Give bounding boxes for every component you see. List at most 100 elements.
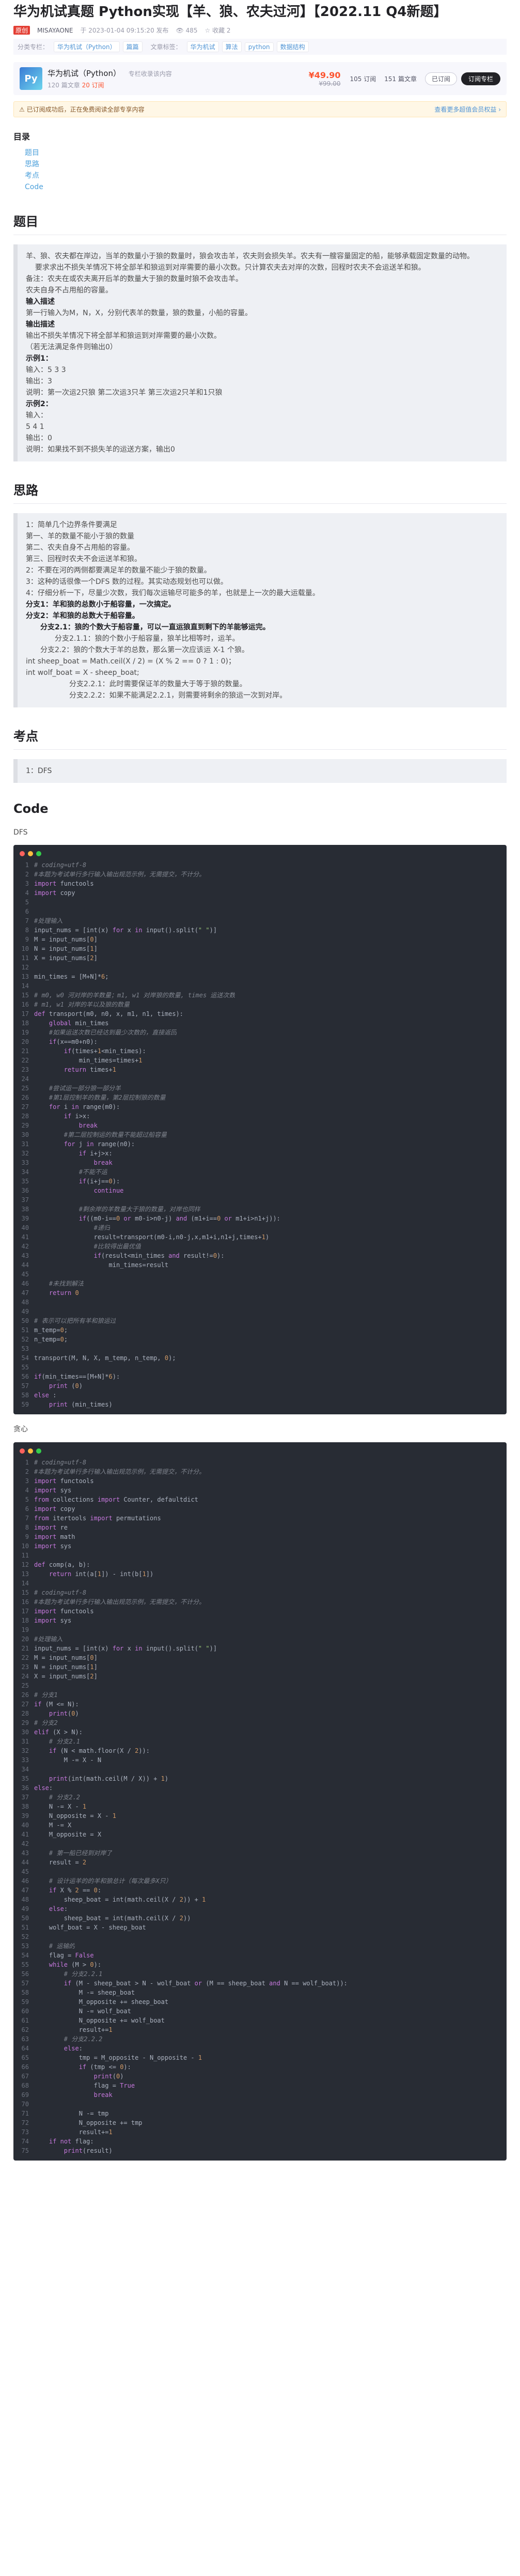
- toc-link-idea[interactable]: 思路: [25, 160, 39, 168]
- code-text: input_nums = [int(x) for x in input().sp…: [34, 1645, 217, 1652]
- line-number: 33: [21, 1756, 29, 1764]
- code-line: 53: [13, 1344, 507, 1353]
- author-link[interactable]: MISAYAONE: [37, 27, 73, 34]
- code-line: 53 # 运输的: [13, 1941, 507, 1951]
- code-line: 55 while (M > 0):: [13, 1960, 507, 1969]
- line-number: 49: [21, 1905, 29, 1912]
- code-text: if (M - sheep_boat > N - wolf_boat or (M…: [64, 1980, 348, 1987]
- line-number: 65: [21, 2054, 29, 2061]
- line-number: 33: [21, 1159, 29, 1166]
- code-text: X = input_nums[2]: [34, 954, 98, 962]
- code-line: 48 sheep_boat = int(math.ceil(X / 2)) + …: [13, 1895, 507, 1904]
- code-text: #本题为考试单行多行输入输出规范示例，无需提交，不计分。: [34, 871, 206, 878]
- code-block-dfs[interactable]: 1 # coding=utf-8 2 #本题为考试单行多行输入输出规范示例，无需提交，…: [13, 845, 507, 1414]
- column-article-count: 120 篇文章: [48, 82, 80, 89]
- article-tag[interactable]: python: [244, 42, 274, 52]
- idea-block: 1：简单几个边界条件要满足 第一、羊的数量不能小于狼的数量 第二、农夫自身不占用…: [13, 513, 507, 707]
- code-text: return int(a[1]) - int(b[1]): [49, 1570, 154, 1578]
- code-line: 33 M -= X - N: [13, 1755, 507, 1765]
- column-name-row: 华为机试（Python） 专栏收录该内容: [48, 68, 309, 79]
- code-text: if((m0-i==0 or m0-i>n0-j) and (m1+i==0 o…: [78, 1215, 280, 1222]
- code-text: N -= tmp: [34, 2110, 109, 2117]
- line-number: 3: [25, 1477, 29, 1485]
- code-line: 43 # 第一船已经到对岸了: [13, 1848, 507, 1858]
- code-text: N = input_nums[1]: [34, 1663, 98, 1671]
- code-text: #第1层控制羊的数量，第2层控制狼的数量: [49, 1094, 166, 1101]
- subscribe-column-button[interactable]: 订阅专栏: [461, 72, 500, 85]
- code-line: 18 import sys: [13, 1616, 507, 1625]
- column-cover-image[interactable]: Py: [20, 67, 42, 90]
- idea-line: 分支2：羊和狼的总数大于船容量。: [26, 612, 139, 620]
- article-tag[interactable]: 华为机试: [186, 41, 219, 52]
- code-line: 44 min_times=result: [13, 1260, 507, 1270]
- line-number: 53: [21, 1942, 29, 1950]
- code-line: 7 from itertools import permutations: [13, 1514, 507, 1523]
- code-line: 27 for i in range(m0):: [13, 1102, 507, 1112]
- line-number: 17: [21, 1608, 29, 1615]
- column-subscribers: 20 订阅: [82, 82, 104, 89]
- code-text: for i in range(m0):: [49, 1103, 120, 1110]
- code-line: 20 if(x==m0+n0):: [13, 1037, 507, 1046]
- column-name[interactable]: 华为机试（Python）: [48, 69, 121, 78]
- line-number: 21: [21, 1047, 29, 1055]
- code-text: import functools: [34, 880, 94, 887]
- line-number: 29: [21, 1122, 29, 1129]
- dot-red-icon: [20, 851, 25, 856]
- price-now: ¥49.90: [308, 70, 341, 80]
- line-number: 41: [21, 1831, 29, 1838]
- toc-link-problem[interactable]: 题目: [25, 149, 39, 157]
- line-number: 9: [25, 936, 29, 943]
- line-number: 37: [21, 1196, 29, 1204]
- column-tag[interactable]: 篇篇: [122, 41, 143, 52]
- line-number: 11: [21, 1552, 29, 1559]
- code-text: #剩余岸的羊数量大于狼的数量，对岸也同样: [78, 1206, 200, 1213]
- article-meta: 原创 MISAYAONE 于 2023-01-04 09:15:20 发布 👁 …: [13, 26, 507, 35]
- toc-item: 题目: [25, 147, 507, 159]
- article-tag[interactable]: 数据结构: [276, 41, 309, 52]
- favorite-button[interactable]: ☆ 收藏 2: [204, 26, 230, 35]
- code-line: 56 # 分支2.2.1: [13, 1969, 507, 1979]
- code-line: 41 result=transport(m0-i,n0-j,x,m1+i,n1+…: [13, 1232, 507, 1242]
- code-block-greedy[interactable]: 1 # coding=utf-8 2 #本题为考试单行多行输入输出规范示例，无需提交，…: [13, 1442, 507, 2161]
- code-text: break: [78, 1122, 98, 1129]
- problem-line: 要求求出不损失羊情况下将全部羊和狼运到对岸需要的最小次数。只计算农夫去对岸的次数…: [26, 264, 426, 272]
- toc-link-points[interactable]: 考点: [25, 172, 39, 180]
- idea-line: int wolf_boat = X - sheep_boat;: [26, 669, 139, 677]
- notice-link[interactable]: 查看更多超值会员权益 ›: [434, 105, 501, 114]
- code-text: min_times = [M+N]*6;: [34, 973, 109, 980]
- code-text: #不能不运: [78, 1168, 107, 1176]
- code-line: 68 flag = True: [13, 2081, 507, 2090]
- original-badge: 原创: [13, 26, 30, 35]
- code-line: 25: [13, 1681, 507, 1690]
- code-line: 44 result = 2: [13, 1858, 507, 1867]
- code-text: import sys: [34, 1487, 72, 1494]
- code-line: 32 if (N < math.floor(X / 2)):: [13, 1746, 507, 1755]
- column-tag[interactable]: 华为机试（Python）: [54, 41, 120, 52]
- example-line: 输出：3: [26, 377, 52, 385]
- toc-link-code[interactable]: Code: [25, 183, 43, 191]
- line-number: 35: [21, 1178, 29, 1185]
- line-number: 2: [25, 871, 29, 878]
- code-text: def comp(a, b):: [34, 1561, 90, 1568]
- code-text: print(result): [64, 2147, 113, 2154]
- code-line: 70: [13, 2100, 507, 2109]
- code-line: 59 print (min_times): [13, 1400, 507, 1409]
- subscribed-button[interactable]: 已订阅: [424, 72, 457, 85]
- line-number: 18: [21, 1617, 29, 1624]
- code-line: 24 X = input_nums[2]: [13, 1672, 507, 1681]
- code-label-greedy: 贪心: [13, 1425, 28, 1433]
- line-number: 36: [21, 1187, 29, 1194]
- line-number: 62: [21, 2026, 29, 2033]
- line-number: 75: [21, 2147, 29, 2154]
- code-line: 46 # 设计运羊的的羊和狼总计（每次最多X只）: [13, 1876, 507, 1886]
- line-number: 68: [21, 2082, 29, 2089]
- article-tag[interactable]: 算法: [222, 41, 242, 52]
- code-line: 12: [13, 963, 507, 972]
- line-number: 42: [21, 1243, 29, 1250]
- code-text: # 表示可以把所有羊和狼运过: [34, 1317, 116, 1324]
- dot-green-icon: [36, 851, 41, 856]
- code-line: 34: [13, 1765, 507, 1774]
- table-of-contents: 题目 思路 考点 Code: [13, 147, 507, 193]
- line-number: 45: [21, 1271, 29, 1278]
- code-text: def transport(m0, n0, x, m1, n1, times):: [34, 1010, 183, 1017]
